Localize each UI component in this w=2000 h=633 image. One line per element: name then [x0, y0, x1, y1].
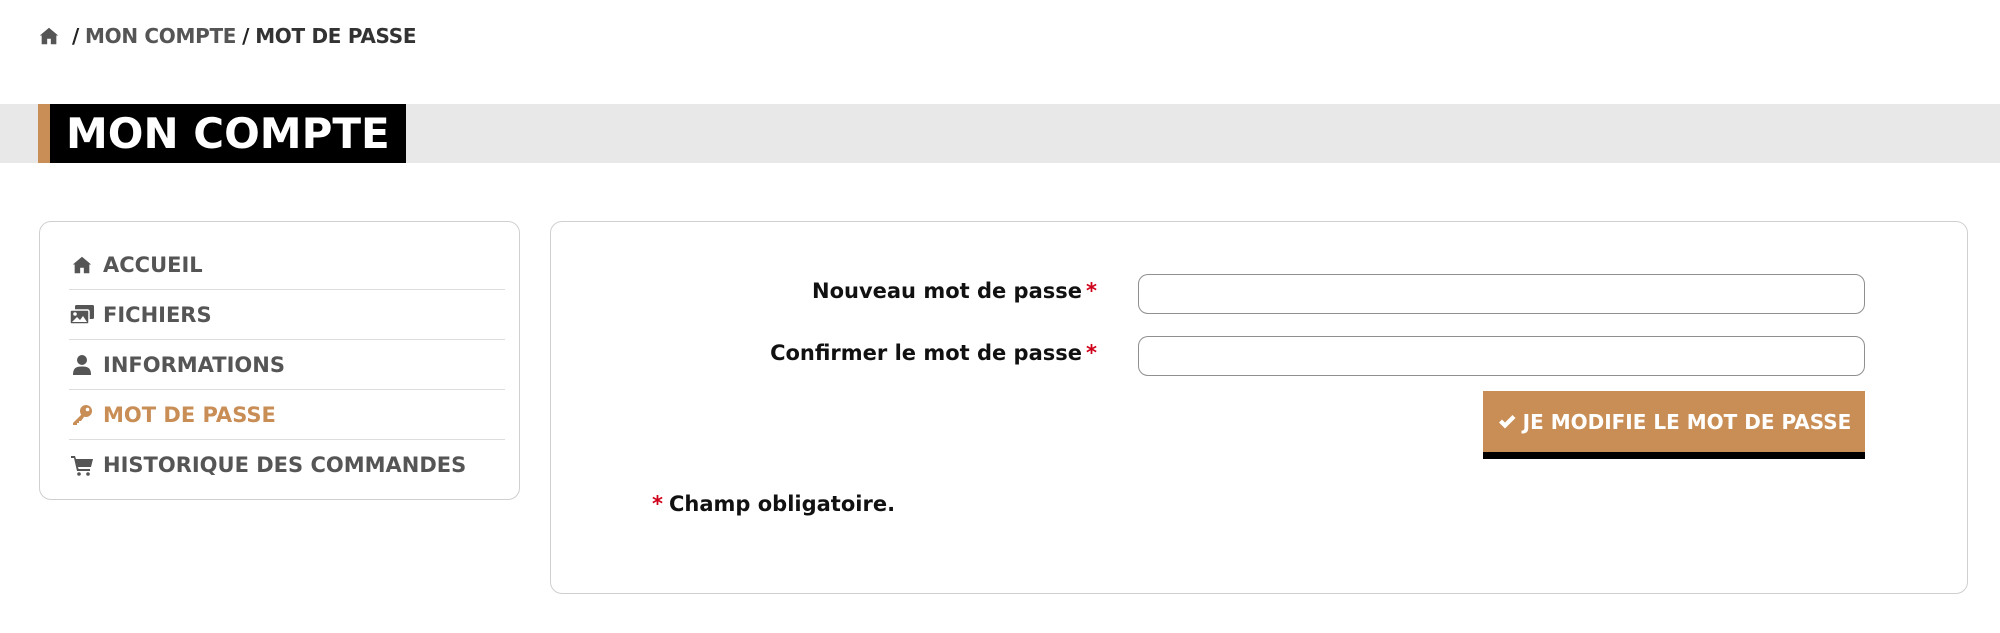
home-icon [69, 254, 95, 276]
sidebar-item-informations[interactable]: INFORMATIONS [69, 340, 505, 390]
confirm-password-input[interactable] [1138, 336, 1865, 376]
sidebar-item-mot-de-passe[interactable]: MOT DE PASSE [69, 390, 505, 440]
breadcrumb-separator: / [72, 24, 80, 48]
sidebar-item-accueil[interactable]: ACCUEIL [69, 240, 505, 290]
confirm-password-label: Confirmer le mot de passe * [770, 341, 1097, 365]
required-asterisk: * [1086, 279, 1097, 303]
required-asterisk: * [652, 492, 663, 516]
sidebar-item-label: INFORMATIONS [103, 352, 285, 377]
page-title: MON COMPTE [50, 104, 406, 163]
page-title-block: MON COMPTE [38, 104, 406, 163]
change-password-button[interactable]: JE MODIFIE LE MOT DE PASSE [1483, 391, 1865, 459]
required-note-text: Champ obligatoire. [668, 492, 896, 516]
breadcrumb-item-mon-compte[interactable]: MON COMPTE [85, 24, 236, 48]
sidebar-item-label: ACCUEIL [103, 252, 203, 277]
new-password-label: Nouveau mot de passe * [812, 279, 1097, 303]
key-icon [69, 404, 95, 426]
user-icon [69, 354, 95, 376]
sidebar-item-label: MOT DE PASSE [103, 402, 276, 427]
sidebar-item-label: FICHIERS [103, 302, 212, 327]
images-icon [69, 304, 95, 326]
breadcrumb-separator: / [242, 24, 250, 48]
new-password-input[interactable] [1138, 274, 1865, 314]
breadcrumb-item-mot-de-passe: MOT DE PASSE [255, 24, 417, 48]
password-form-panel: Nouveau mot de passe * Confirmer le mot d… [550, 221, 1968, 594]
required-asterisk: * [1086, 341, 1097, 365]
sidebar-item-historique-des-commandes[interactable]: HISTORIQUE DES COMMANDES [69, 440, 505, 490]
sidebar-item-fichiers[interactable]: FICHIERS [69, 290, 505, 340]
breadcrumb: / MON COMPTE / MOT DE PASSE [38, 22, 417, 50]
cart-icon [69, 454, 95, 476]
check-icon [1498, 414, 1516, 428]
required-field-note: * Champ obligatoire. [652, 492, 895, 516]
change-password-button-label: JE MODIFIE LE MOT DE PASSE [1522, 409, 1852, 434]
sidebar-item-label: HISTORIQUE DES COMMANDES [103, 453, 467, 477]
confirm-password-label-text: Confirmer le mot de passe [770, 341, 1083, 365]
home-icon[interactable] [38, 25, 60, 47]
title-accent-bar [38, 104, 50, 163]
new-password-label-text: Nouveau mot de passe [812, 279, 1083, 303]
account-sidebar: ACCUEIL FICHIERS INFORMATIONS MOT DE PAS… [39, 221, 520, 500]
